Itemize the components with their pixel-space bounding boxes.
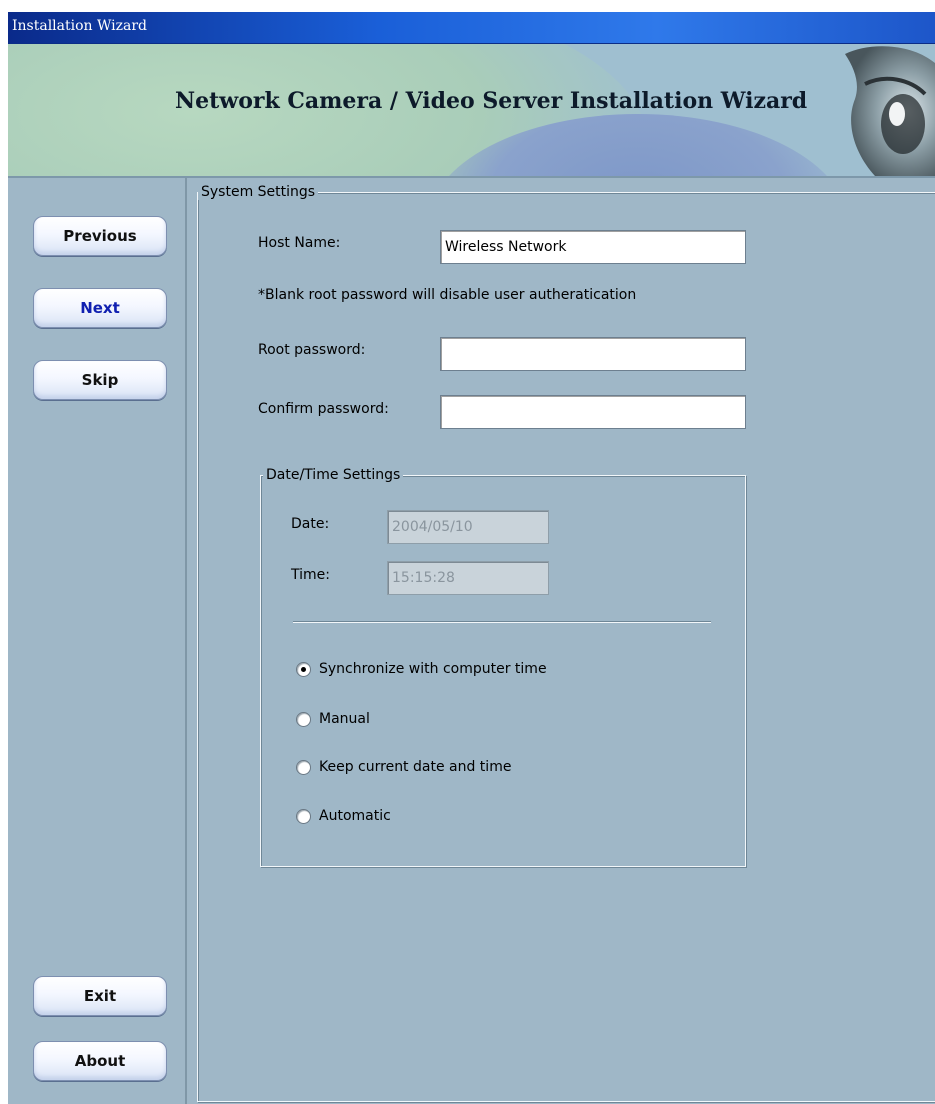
time-label: Time: [291,567,330,583]
time-input[interactable]: 15:15:28 [387,561,549,595]
radio-button[interactable] [296,808,311,824]
title-bar[interactable]: Installation Wizard [8,12,935,44]
radio-label: Keep current date and time [319,759,512,775]
radio-automatic[interactable]: Automatic [296,806,391,826]
radio-label: Automatic [319,808,391,824]
system-settings-group: System Settings Host Name: Wireless Netw… [197,184,935,1102]
next-button[interactable]: Next [33,288,167,328]
radio-label: Synchronize with computer time [319,661,547,677]
sidebar: Previous Next Skip Exit About [8,178,187,1104]
banner-heading: Network Camera / Video Server Installati… [175,88,808,114]
date-input[interactable]: 2004/05/10 [387,510,549,544]
radio-button-checked[interactable] [296,661,311,677]
separator-line [293,621,711,623]
datetime-settings-legend: Date/Time Settings [263,467,404,483]
system-settings-legend: System Settings [198,184,319,200]
root-password-label: Root password: [258,342,366,358]
host-name-input[interactable]: Wireless Network [440,230,746,264]
radio-button[interactable] [296,711,311,727]
content-panel: System Settings Host Name: Wireless Netw… [187,178,935,1104]
radio-label: Manual [319,711,370,727]
datetime-settings-group: Date/Time Settings Date: 2004/05/10 Time… [260,467,746,867]
root-password-input[interactable] [440,337,746,371]
banner: Network Camera / Video Server Installati… [8,44,935,178]
password-note: *Blank root password will disable user a… [258,287,637,303]
installation-wizard-window: Installation Wizard Network Camera / Vid… [8,12,935,1104]
radio-keep-current[interactable]: Keep current date and time [296,757,511,777]
skip-button[interactable]: Skip [33,360,167,400]
previous-button[interactable]: Previous [33,216,167,256]
confirm-password-input[interactable] [440,395,746,429]
date-label: Date: [291,516,330,532]
about-button[interactable]: About [33,1041,167,1081]
exit-button[interactable]: Exit [33,976,167,1016]
confirm-password-label: Confirm password: [258,401,389,417]
radio-button[interactable] [296,759,311,775]
radio-manual[interactable]: Manual [296,709,370,729]
radio-sync-computer-time[interactable]: Synchronize with computer time [296,659,547,679]
host-name-label: Host Name: [258,235,341,251]
eye-image-icon [845,46,935,176]
window-title: Installation Wizard [12,18,148,34]
